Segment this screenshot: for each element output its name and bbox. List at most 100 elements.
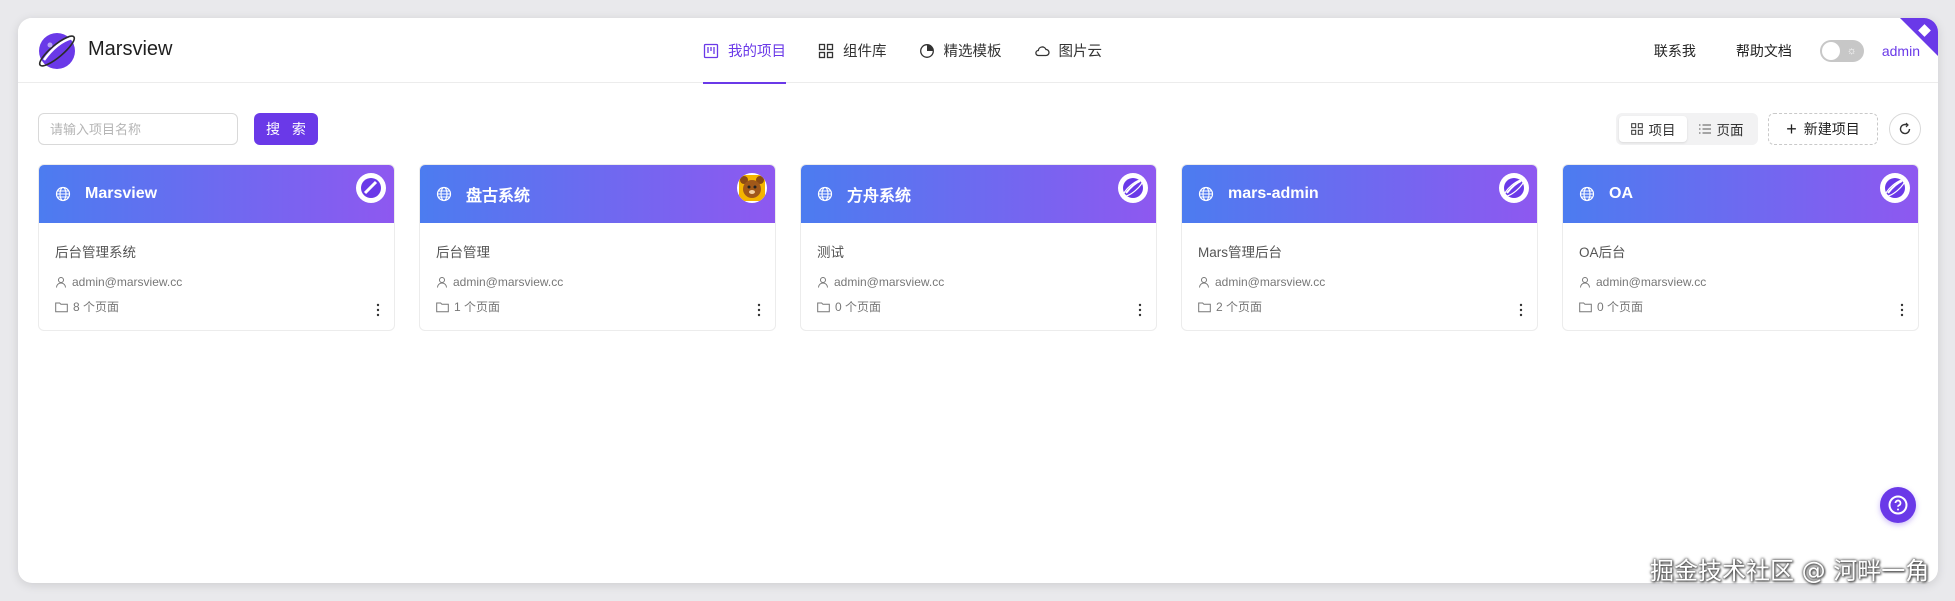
project-description: 后台管理 (436, 245, 490, 260)
project-owner: admin@marsview.cc (1579, 275, 1902, 289)
search-button[interactable]: 搜 索 (254, 113, 318, 145)
view-page-option[interactable]: 页面 (1687, 116, 1755, 142)
folder-icon (436, 302, 449, 312)
project-name: OA (1609, 185, 1633, 202)
more-menu-icon[interactable] (757, 303, 761, 317)
card-header: 方舟系统 (801, 165, 1156, 223)
nav-my-projects[interactable]: 我的项目 (703, 18, 786, 84)
nav-label: 组件库 (843, 44, 887, 60)
project-owner: admin@marsview.cc (436, 275, 759, 289)
globe-icon (817, 186, 833, 202)
globe-icon (436, 186, 452, 202)
bear-face-icon (737, 173, 767, 203)
project-page-count: 8 个页面 (55, 298, 378, 315)
view-switch: 项目 页面 (1616, 113, 1758, 145)
nav-components[interactable]: 组件库 (818, 18, 887, 83)
project-card[interactable]: Marsview 后台管理系统 admin@marsview.cc 8 个页面 (38, 164, 395, 331)
project-page-count: 0 个页面 (817, 298, 1140, 315)
corner-ribbon-icon (1900, 18, 1938, 56)
view-project-option[interactable]: 项目 (1619, 116, 1687, 142)
page-count: 8 个页面 (73, 300, 120, 314)
project-owner: admin@marsview.cc (55, 275, 378, 289)
project-name: 方舟系统 (847, 188, 912, 205)
cloud-icon (1034, 45, 1050, 56)
list-icon (1698, 124, 1711, 134)
help-chat-icon (1888, 495, 1908, 515)
new-project-button[interactable]: + 新建项目 (1768, 113, 1878, 145)
main-nav: 我的项目 组件库 精选模板 图片云 (703, 18, 1103, 84)
project-board-icon (703, 43, 719, 58)
help-button[interactable] (1880, 487, 1916, 523)
nav-label: 图片云 (1058, 44, 1103, 60)
owner-email: admin@marsview.cc (1596, 275, 1707, 289)
folder-icon (1198, 302, 1211, 312)
card-header: OA (1563, 165, 1918, 223)
folder-icon (1579, 302, 1592, 312)
project-description: 后台管理系统 (55, 245, 136, 260)
project-card[interactable]: 方舟系统 测试 admin@marsview.cc 0 个页面 (800, 164, 1157, 331)
page-count: 1 个页面 (454, 300, 501, 314)
project-card[interactable]: OA OA后台 admin@marsview.cc 0 个页面 (1562, 164, 1919, 331)
project-owner: admin@marsview.cc (817, 275, 1140, 289)
sun-icon: ☼ (1846, 44, 1857, 57)
page-count: 2 个页面 (1216, 300, 1263, 314)
card-body: 后台管理系统 admin@marsview.cc 8 个页面 (39, 223, 394, 330)
project-name: 盘古系统 (466, 188, 531, 205)
top-header: Marsview 我的项目 组件库 精选模板 图片云 联系我 帮助文档 ☼ ad… (18, 18, 1938, 84)
folder-icon (55, 302, 68, 312)
docs-link[interactable]: 帮助文档 (1736, 41, 1792, 61)
project-page-count: 1 个页面 (436, 298, 759, 315)
marsview-logo-icon[interactable] (36, 30, 78, 72)
brand-name: Marsview (88, 38, 173, 60)
refresh-button[interactable] (1889, 113, 1921, 145)
owner-email: admin@marsview.cc (1215, 275, 1326, 289)
planet-icon (1118, 173, 1148, 203)
user-icon (437, 277, 447, 288)
more-menu-icon[interactable] (1900, 303, 1904, 317)
view-project-label: 项目 (1648, 123, 1676, 138)
project-card[interactable]: 盘古系统 后台管理 admin@marsview.cc 1 个页面 (419, 164, 776, 331)
project-name: mars-admin (1228, 185, 1319, 202)
more-menu-icon[interactable] (1519, 303, 1523, 317)
project-description: 测试 (817, 245, 844, 260)
card-body: 后台管理 admin@marsview.cc 1 个页面 (420, 223, 775, 330)
globe-icon (55, 186, 71, 202)
project-page-count: 2 个页面 (1198, 298, 1521, 315)
globe-icon (1579, 186, 1595, 202)
more-menu-icon[interactable] (1138, 303, 1142, 317)
user-icon (1199, 277, 1209, 288)
project-card[interactable]: mars-admin Mars管理后台 admin@marsview.cc 2 … (1181, 164, 1538, 331)
nav-label: 精选模板 (943, 44, 1002, 60)
card-header: 盘古系统 (420, 165, 775, 223)
project-description: OA后台 (1579, 245, 1626, 260)
owner-email: admin@marsview.cc (834, 275, 945, 289)
planet-icon (1880, 173, 1910, 203)
plus-icon: + (1786, 119, 1797, 139)
card-header: mars-admin (1182, 165, 1537, 223)
app-window: Marsview 我的项目 组件库 精选模板 图片云 联系我 帮助文档 ☼ ad… (18, 18, 1938, 583)
owner-email: admin@marsview.cc (453, 275, 564, 289)
nav-image-cloud[interactable]: 图片云 (1034, 18, 1103, 83)
project-description: Mars管理后台 (1198, 245, 1282, 260)
user-icon (56, 277, 66, 288)
card-body: OA后台 admin@marsview.cc 0 个页面 (1563, 223, 1918, 330)
user-icon (818, 277, 828, 288)
grid-icon (818, 43, 834, 58)
nav-templates[interactable]: 精选模板 (919, 18, 1002, 83)
new-project-label: 新建项目 (1803, 121, 1860, 137)
refresh-icon (1899, 122, 1911, 135)
card-header: Marsview (39, 165, 394, 223)
project-card-list: Marsview 后台管理系统 admin@marsview.cc 8 个页面 … (38, 164, 1919, 331)
toggle-knob (1821, 41, 1840, 60)
theme-toggle[interactable]: ☼ (1819, 39, 1864, 62)
watermark: 掘金技术社区 @ 河畔一角 (1650, 557, 1930, 585)
globe-icon (1198, 186, 1214, 202)
project-search-input[interactable] (38, 113, 238, 145)
owner-email: admin@marsview.cc (72, 275, 183, 289)
grid-icon (1630, 123, 1643, 135)
project-page-count: 0 个页面 (1579, 298, 1902, 315)
more-menu-icon[interactable] (376, 303, 380, 317)
pie-chart-icon (919, 43, 934, 58)
planet-icon (1499, 173, 1529, 203)
contact-link[interactable]: 联系我 (1654, 41, 1696, 61)
